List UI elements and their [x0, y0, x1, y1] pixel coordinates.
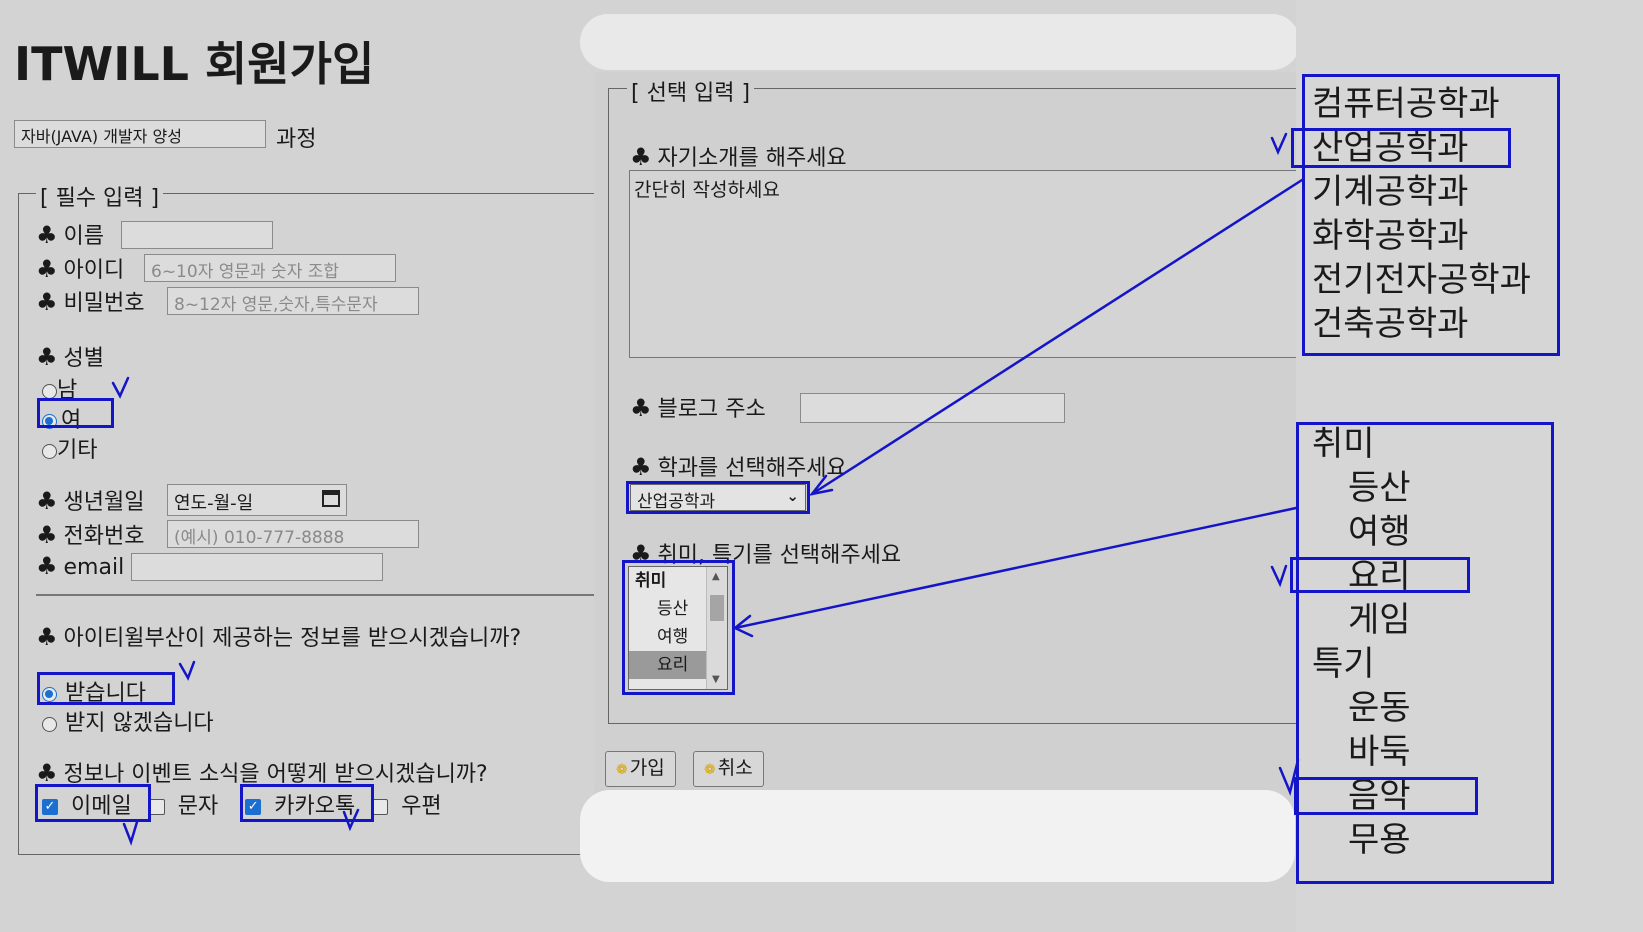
hobby-list-item: 운동	[1348, 688, 1411, 728]
hobby-list-item: 등산	[1348, 468, 1411, 508]
join-button[interactable]: ❁ 가입	[605, 751, 676, 787]
hobby-group-title: 취미	[1312, 424, 1375, 464]
hobby-list-item: 게임	[1348, 600, 1411, 640]
annotation-dept-selected-box	[1291, 128, 1511, 168]
dept-list-item: 컴퓨터공학과	[1312, 84, 1500, 124]
dept-list-item: 기계공학과	[1312, 172, 1469, 212]
hobby-group-title: 특기	[1312, 644, 1375, 684]
cancel-button-label: 취소	[717, 757, 753, 779]
dept-list-item: 화학공학과	[1312, 216, 1469, 256]
mask-blob-bottom	[580, 790, 1295, 882]
dept-row: ♣ 학과를 선택해주세요	[630, 450, 847, 482]
dept-label: 학과를 선택해주세요	[657, 456, 847, 481]
intro-textarea[interactable]: 간단히 작성하세요	[629, 170, 1299, 358]
join-button-label: 가입	[629, 757, 665, 779]
intro-label: 자기소개를 해주세요	[657, 146, 847, 171]
flower-icon: ❁	[616, 762, 628, 778]
club-icon: ♣	[630, 394, 652, 422]
club-icon: ♣	[630, 143, 652, 171]
cancel-button[interactable]: ❁ 취소	[693, 751, 764, 787]
annotation-music-box	[1294, 777, 1478, 815]
annotation-cooking-box	[1290, 557, 1470, 593]
club-icon: ♣	[630, 453, 652, 481]
flower-icon: ❁	[704, 762, 716, 778]
check-mark-gender	[111, 376, 130, 399]
check-mark-email	[122, 820, 139, 846]
optional-legend: [ 선택 입력 ]	[627, 75, 755, 107]
hobby-list-item: 여행	[1348, 512, 1411, 552]
blog-input[interactable]	[800, 393, 1065, 423]
mask-blob-top	[580, 14, 1300, 70]
check-mark-info	[178, 660, 196, 681]
hobby-list-item: 바둑	[1348, 732, 1411, 772]
dept-list-item: 건축공학과	[1312, 304, 1469, 344]
blog-label: 블로그 주소	[657, 397, 766, 422]
hobby-list-item: 무용	[1348, 820, 1411, 860]
annotation-box-hobby-listbox	[622, 560, 735, 695]
annotation-box-dept-select	[626, 481, 810, 514]
blog-row: ♣ 블로그 주소	[630, 391, 766, 423]
check-mark-kakao	[342, 808, 360, 832]
dept-list-item: 전기전자공학과	[1312, 260, 1531, 300]
intro-row: ♣ 자기소개를 해주세요	[630, 140, 847, 172]
